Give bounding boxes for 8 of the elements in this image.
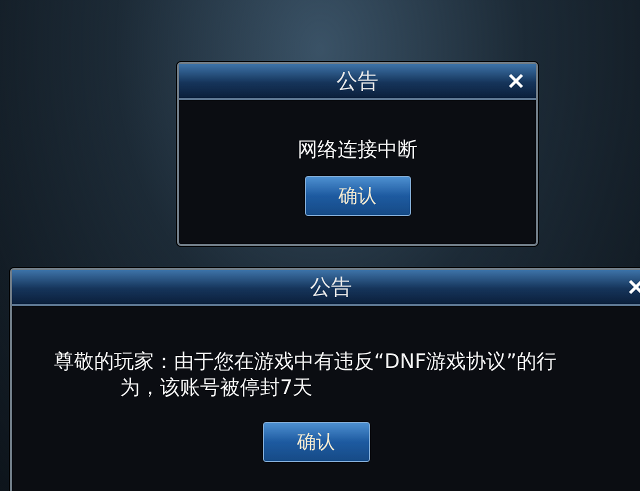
close-icon[interactable] [508, 73, 524, 89]
dialog-title: 公告 [336, 68, 378, 95]
dialog-message: 网络连接中断 [298, 136, 418, 162]
dialog-title: 公告 [310, 274, 352, 301]
dialog-message: 尊敬的玩家：由于您在游戏中有违反“DNF游戏协议”的行为，该账号被停封7天 [53, 348, 558, 400]
confirm-button[interactable]: 确认 [304, 176, 410, 216]
close-icon[interactable] [628, 279, 640, 295]
confirm-button[interactable]: 确认 [262, 422, 370, 462]
